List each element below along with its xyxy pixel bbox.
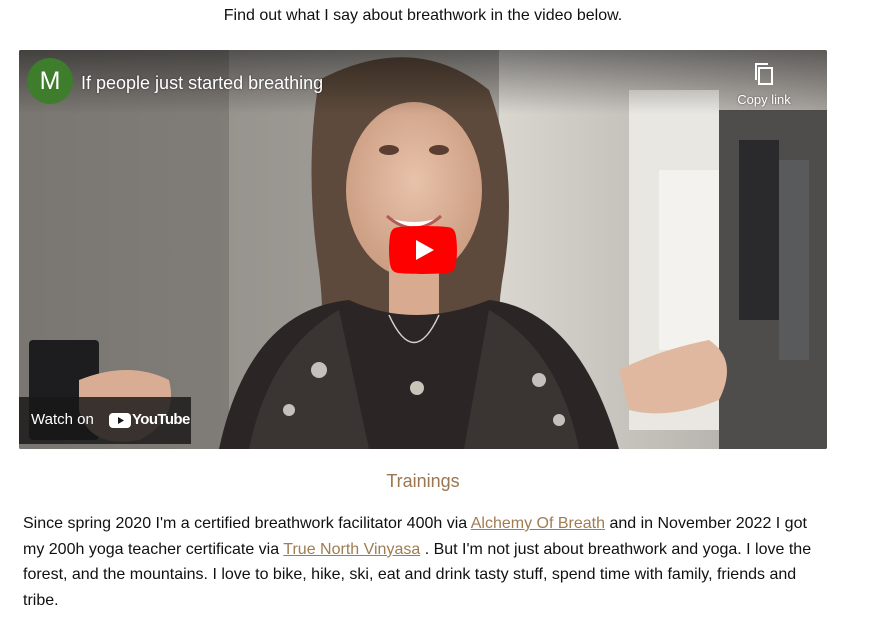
- video-title[interactable]: If people just started breathing: [81, 72, 323, 94]
- bio-text-1: Since spring 2020 I'm a certified breath…: [23, 515, 471, 532]
- watch-on-youtube-button[interactable]: Watch on YouTube: [19, 397, 191, 444]
- trainings-paragraph: Since spring 2020 I'm a certified breath…: [23, 511, 823, 614]
- copy-icon: [755, 63, 773, 85]
- channel-avatar[interactable]: M: [27, 58, 73, 104]
- youtube-embed[interactable]: M If people just started breathing Copy …: [19, 50, 827, 449]
- true-north-vinyasa-link[interactable]: True North Vinyasa: [283, 541, 420, 558]
- page: Find out what I say about breathwork in …: [0, 0, 878, 624]
- trainings-heading: Trainings: [386, 471, 460, 491]
- play-icon[interactable]: [389, 226, 457, 274]
- copy-link-button[interactable]: Copy link: [719, 62, 809, 109]
- intro-text: Find out what I say about breathwork in …: [223, 7, 623, 24]
- copy-link-label: Copy link: [737, 92, 791, 107]
- youtube-wordmark: YouTube: [132, 411, 190, 428]
- watch-on-label: Watch on: [31, 411, 94, 428]
- alchemy-of-breath-link[interactable]: Alchemy Of Breath: [471, 515, 605, 532]
- youtube-logo-icon: [109, 413, 131, 428]
